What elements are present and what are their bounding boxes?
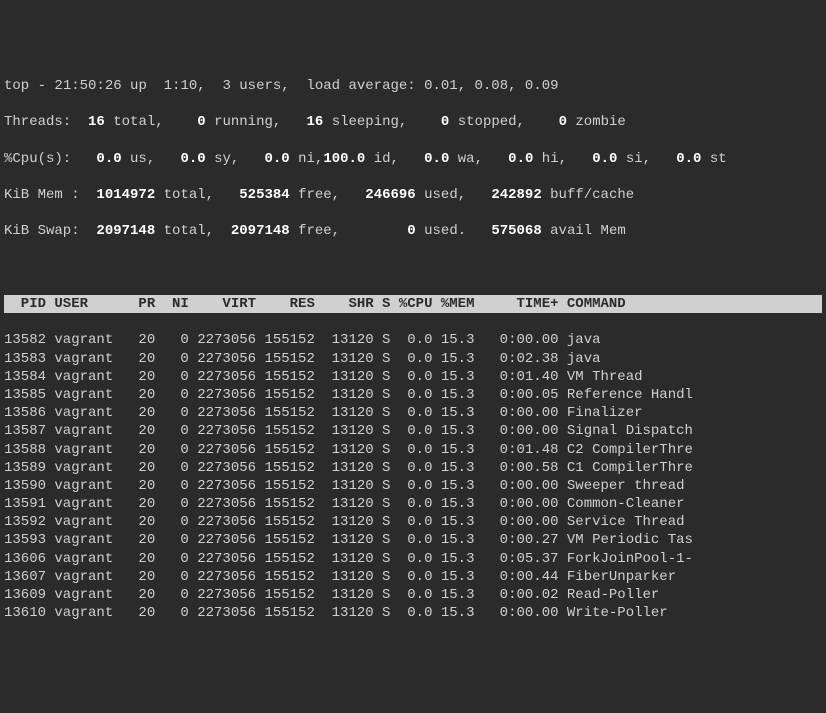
process-row[interactable]: 13585 vagrant 20 0 2273056 155152 13120 … — [4, 386, 822, 404]
process-row[interactable]: 13589 vagrant 20 0 2273056 155152 13120 … — [4, 459, 822, 477]
process-row[interactable]: 13586 vagrant 20 0 2273056 155152 13120 … — [4, 404, 822, 422]
summary-line-cpu: %Cpu(s): 0.0 us, 0.0 sy, 0.0 ni,100.0 id… — [4, 150, 822, 168]
process-row[interactable]: 13583 vagrant 20 0 2273056 155152 13120 … — [4, 350, 822, 368]
summary-line-mem: KiB Mem : 1014972 total, 525384 free, 24… — [4, 186, 822, 204]
process-list[interactable]: 13582 vagrant 20 0 2273056 155152 13120 … — [4, 331, 822, 622]
summary-line-threads: Threads: 16 total, 0 running, 16 sleepin… — [4, 113, 822, 131]
blank-line — [4, 259, 822, 277]
process-row[interactable]: 13584 vagrant 20 0 2273056 155152 13120 … — [4, 368, 822, 386]
process-row[interactable]: 13609 vagrant 20 0 2273056 155152 13120 … — [4, 586, 822, 604]
process-row[interactable]: 13607 vagrant 20 0 2273056 155152 13120 … — [4, 568, 822, 586]
process-row[interactable]: 13588 vagrant 20 0 2273056 155152 13120 … — [4, 441, 822, 459]
process-row[interactable]: 13582 vagrant 20 0 2273056 155152 13120 … — [4, 331, 822, 349]
column-headers[interactable]: PID USER PR NI VIRT RES SHR S %CPU %MEM … — [4, 295, 822, 313]
process-row[interactable]: 13590 vagrant 20 0 2273056 155152 13120 … — [4, 477, 822, 495]
process-row[interactable]: 13593 vagrant 20 0 2273056 155152 13120 … — [4, 531, 822, 549]
process-row[interactable]: 13610 vagrant 20 0 2273056 155152 13120 … — [4, 604, 822, 622]
process-row[interactable]: 13591 vagrant 20 0 2273056 155152 13120 … — [4, 495, 822, 513]
process-row[interactable]: 13606 vagrant 20 0 2273056 155152 13120 … — [4, 550, 822, 568]
process-row[interactable]: 13592 vagrant 20 0 2273056 155152 13120 … — [4, 513, 822, 531]
process-row[interactable]: 13587 vagrant 20 0 2273056 155152 13120 … — [4, 422, 822, 440]
summary-line-swap: KiB Swap: 2097148 total, 2097148 free, 0… — [4, 222, 822, 240]
summary-line-1: top - 21:50:26 up 1:10, 3 users, load av… — [4, 77, 822, 95]
